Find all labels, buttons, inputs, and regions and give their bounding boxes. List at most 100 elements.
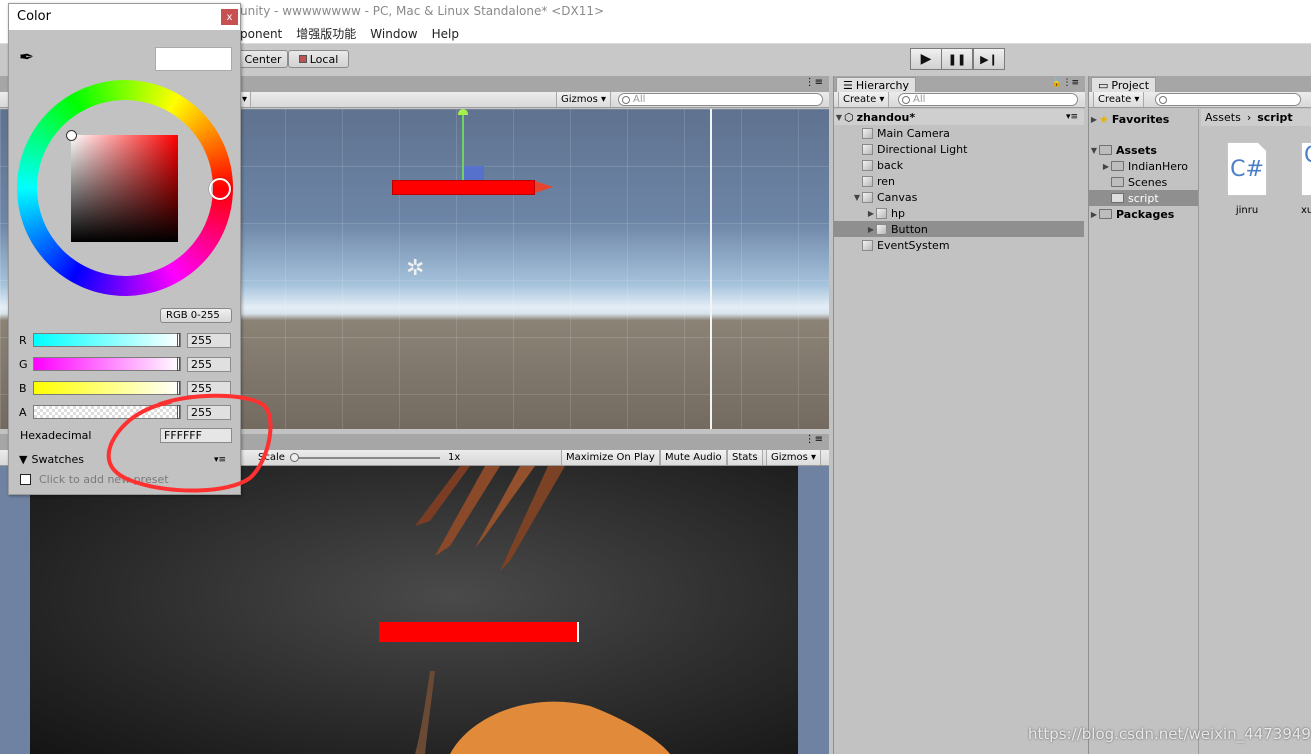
hierarchy-item-label: Button [891,222,928,236]
hierarchy-item-eventsystem[interactable]: EventSystem [834,237,1084,253]
green-slider[interactable] [33,357,181,371]
saturation-handle[interactable] [66,130,77,141]
stats-button[interactable]: Stats [727,450,763,465]
swatches-header[interactable]: ▼ Swatches [19,453,84,466]
color-mode-dropdown[interactable]: RGB 0-255 [160,308,232,323]
hierarchy-item-canvas[interactable]: ▼ Canvas [834,189,1084,205]
project-create-button[interactable]: Create ▾ [1093,92,1145,107]
gameobject-cube-icon [862,175,873,187]
folder-icon [1111,193,1124,203]
y-axis-handle[interactable] [458,109,468,115]
hierarchy-item-label: Main Camera [877,126,950,140]
close-button[interactable]: x [221,9,238,25]
folder-label: script [1128,191,1159,205]
scene-menu-icon[interactable]: ▾≡ [1066,112,1078,122]
folder-row-scenes[interactable]: Scenes [1101,174,1167,190]
hierarchy-search-placeholder: All [913,94,926,105]
play-button[interactable]: ▶ [910,48,942,70]
maximize-on-play-button[interactable]: Maximize On Play [561,450,660,465]
packages-row[interactable]: ▶ Packages [1089,206,1174,222]
file-icon-text: C# [1230,156,1264,182]
hierarchy-item-main-camera[interactable]: Main Camera [834,125,1084,141]
breadcrumb-assets[interactable]: Assets [1205,111,1241,124]
expand-arrow-icon[interactable]: ▼ [834,113,844,122]
hierarchy-search-input[interactable]: All [898,93,1078,106]
color-mode-label: RGB 0-255 [166,310,220,321]
panel-menu-icon[interactable]: ⋮≡ [805,77,823,88]
game-scale-control[interactable]: Scale 1x [254,450,560,465]
favorites-row[interactable]: ▶ ★ Favorites [1089,111,1169,127]
slider-knob[interactable] [177,333,180,347]
menu-enhanced[interactable]: 增强版功能 [296,25,356,42]
slider-knob[interactable] [177,357,180,371]
scale-slider-thumb[interactable] [290,453,299,462]
pivot-center-button[interactable]: Center [238,50,288,68]
hierarchy-item-ren[interactable]: ren [834,173,1084,189]
csharp-file-icon[interactable]: C [1301,142,1311,196]
expand-arrow-icon[interactable]: ▼ [852,193,862,202]
space-local-button[interactable]: Local [288,50,349,68]
hierarchy-item-label: Canvas [877,190,918,204]
gameobject-cube-icon [862,191,873,203]
scene-search-input[interactable]: All [618,93,823,106]
expand-arrow-icon[interactable]: ▶ [866,225,876,234]
hp-bar-scene[interactable] [392,180,535,195]
scale-slider-track[interactable] [294,457,440,459]
red-slider[interactable] [33,333,181,347]
expand-arrow-icon[interactable]: ▶ [866,209,876,218]
channel-label: R [19,333,27,347]
eyedropper-icon[interactable]: ✒ [19,47,34,68]
hierarchy-create-button[interactable]: Create ▾ [838,92,890,107]
project-folder-tree: ▶ ★ Favorites ▼ Assets ▶ IndianHero Scenes s… [1089,109,1199,754]
tab-project[interactable]: ▭ Project [1091,77,1157,93]
breadcrumb: Assets › script [1201,109,1311,126]
light-gizmo-icon[interactable]: ✲ [406,256,424,281]
star-icon: ★ [1099,112,1109,126]
play-icon: ▶ [920,51,932,67]
red-value-field[interactable]: 255 [187,332,231,348]
scene-gizmos-button[interactable]: Gizmos ▾ [556,92,611,107]
gameobject-cube-icon [876,223,887,235]
hierarchy-item-button[interactable]: ▶ Button [834,221,1084,237]
step-button[interactable]: ▶❙ [973,48,1005,70]
favorites-label: Favorites [1111,112,1170,126]
add-preset-icon[interactable] [20,474,31,485]
folder-row-indianhero[interactable]: ▶ IndianHero [1101,158,1188,174]
hierarchy-item-label: Directional Light [877,142,968,156]
mute-audio-button[interactable]: Mute Audio [660,450,727,465]
x-axis-arrow-icon[interactable] [535,181,553,193]
project-search-input[interactable] [1155,93,1301,106]
assets-row[interactable]: ▼ Assets [1089,142,1157,158]
file-icon-text: C [1304,143,1311,168]
color-picker-titlebar[interactable]: Color x [9,4,240,30]
hue-handle[interactable] [209,178,231,200]
lock-icon[interactable]: 🔒⋮≡ [1051,78,1079,88]
file-name: jinru [1235,205,1259,216]
menu-help[interactable]: Help [432,27,459,41]
annotation-circle [106,393,273,493]
hierarchy-tab-icon: ☰ [843,79,853,92]
channel-label: G [19,357,28,371]
game-panel-menu-icon[interactable]: ⋮≡ [805,434,823,445]
hierarchy-item-hp[interactable]: ▶ hp [834,205,1084,221]
folder-label: Scenes [1128,175,1168,189]
hierarchy-item-back[interactable]: back [834,157,1084,173]
mute-label: Mute Audio [665,452,722,463]
game-gizmos-button[interactable]: Gizmos ▾ [766,450,822,465]
hierarchy-item-directional-light[interactable]: Directional Light [834,141,1084,157]
tab-hierarchy[interactable]: ☰ Hierarchy [836,77,917,93]
chevron-right-icon: › [1246,111,1252,124]
csharp-file-icon[interactable]: C# [1227,142,1267,196]
pause-button[interactable]: ❚❚ [941,48,973,70]
menu-component[interactable]: ponent [240,27,282,41]
project-tabstrip: ▭ Project [1089,76,1311,93]
scene-root-row[interactable]: ▼ ⬡ zhandou* ▾≡ [834,109,1084,125]
game-view[interactable] [0,466,829,754]
saturation-value-square[interactable] [71,135,178,242]
color-preview-swatch[interactable] [155,47,232,71]
folder-row-script[interactable]: script [1089,190,1198,206]
menu-window[interactable]: Window [370,27,417,41]
claw-marks-image [415,466,670,754]
breadcrumb-script[interactable]: script [1257,111,1292,124]
green-value-field[interactable]: 255 [187,356,231,372]
